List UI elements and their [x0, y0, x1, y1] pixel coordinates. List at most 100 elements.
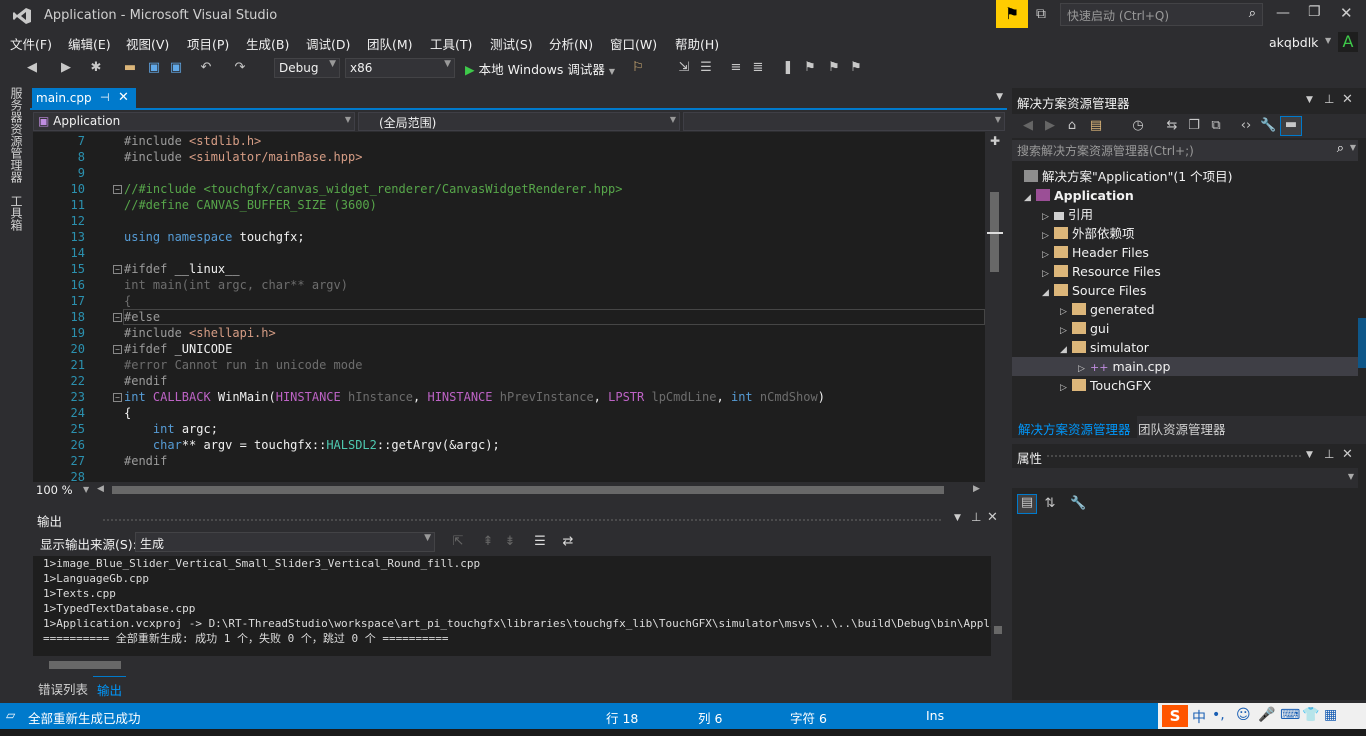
output-text[interactable]: 1>image_Blue_Slider_Vertical_Small_Slide… — [33, 556, 991, 656]
punctuation-icon[interactable]: •, — [1212, 707, 1225, 723]
sync-icon[interactable]: ⇆ — [1164, 118, 1180, 134]
menu-debug[interactable]: 调试(D) — [306, 34, 350, 53]
output-source-select[interactable]: 生成 ▼ — [135, 532, 435, 552]
chinese-mode-icon[interactable]: 中 — [1192, 707, 1206, 727]
solution-search-input[interactable]: 搜索解决方案资源管理器(Ctrl+;) ⌕ ▼ — [1012, 140, 1358, 161]
sogou-ime-icon[interactable]: S — [1162, 705, 1188, 727]
menu-analyze[interactable]: 分析(N) — [549, 34, 593, 53]
tree-solution-root[interactable]: 解决方案"Application"(1 个项目) — [1024, 167, 1233, 186]
menu-build[interactable]: 生成(B) — [246, 34, 289, 53]
forward-icon[interactable]: ▶ — [58, 60, 74, 76]
menu-window[interactable]: 窗口(W) — [610, 34, 657, 53]
microphone-icon[interactable]: 🎤 — [1258, 707, 1275, 723]
menu-help[interactable]: 帮助(H) — [675, 34, 719, 53]
maximize-button[interactable]: ❐ — [1308, 4, 1321, 20]
chevron-down-icon[interactable]: ▼ — [954, 513, 961, 523]
next-bookmark-icon[interactable]: ⚑ — [826, 60, 842, 76]
output-horizontal-scrollbar[interactable] — [33, 658, 991, 672]
user-dropdown-icon[interactable]: ▼ — [1325, 36, 1331, 45]
goto-error-icon[interactable]: ⇱ — [450, 534, 466, 550]
scroll-thumb[interactable] — [994, 626, 1002, 634]
switch-views-icon[interactable]: ▤ — [1088, 118, 1104, 134]
properties-wrench-icon[interactable]: 🔧 — [1260, 118, 1276, 134]
menu-team[interactable]: 团队(M) — [367, 34, 413, 53]
tree-project[interactable]: ◢ Application — [1024, 186, 1134, 205]
minimize-button[interactable]: — — [1276, 5, 1290, 21]
member-nav-select[interactable]: ▼ — [683, 112, 1005, 131]
attach-icon[interactable]: ⚐ — [630, 60, 646, 76]
preview-icon[interactable]: ▬ — [1280, 116, 1302, 136]
h-scroll-thumb[interactable] — [112, 486, 944, 494]
close-icon[interactable]: ✕ — [118, 90, 129, 105]
scope-nav-select[interactable]: (全局范围) ▼ — [358, 112, 680, 131]
alphabetical-icon[interactable]: ⇅ — [1042, 496, 1058, 512]
tab-overflow-icon[interactable]: ▼ — [996, 92, 1003, 102]
tab-solution-explorer[interactable]: 解决方案资源管理器 — [1012, 416, 1137, 438]
h-scroll-thumb[interactable] — [49, 661, 121, 669]
step-icon[interactable]: ⇲ — [676, 60, 692, 76]
menu-view[interactable]: 视图(V) — [126, 34, 169, 53]
scroll-right-icon[interactable]: ▶ — [973, 484, 980, 494]
prev-bookmark-icon[interactable]: ⚑ — [802, 60, 818, 76]
back-icon[interactable]: ◀ — [24, 60, 40, 76]
project-nav-select[interactable]: ▣ Application ▼ — [33, 112, 355, 131]
run-debugger-button[interactable]: ▶ 本地 Windows 调试器 ▼ — [465, 59, 615, 78]
tree-source-files[interactable]: ◢ Source Files — [1042, 281, 1146, 300]
tree-simulator[interactable]: ◢ simulator — [1060, 338, 1149, 357]
pin-icon[interactable]: ⊣ — [100, 91, 110, 104]
save-icon[interactable]: ▣ — [146, 60, 162, 76]
menu-file[interactable]: 文件(F) — [10, 34, 52, 53]
emoji-icon[interactable]: ☺ — [1236, 707, 1251, 723]
tree-header-files[interactable]: ▷ Header Files — [1042, 243, 1149, 262]
notification-flag-icon[interactable]: ⚑ — [996, 0, 1028, 28]
tree-main-cpp[interactable]: ▷ ++ main.cpp — [1012, 357, 1358, 376]
config-select[interactable]: Debug ▼ — [274, 58, 340, 78]
output-vertical-scrollbar[interactable] — [991, 556, 1005, 656]
show-all-files-icon[interactable]: ⧉ — [1208, 118, 1224, 134]
ime-toolbar[interactable]: S 中 •, ☺ 🎤 ⌨ 👕 ▦ — [1158, 703, 1366, 729]
back-icon[interactable]: ◀ — [1020, 118, 1036, 134]
forward-icon[interactable]: ▶ — [1042, 118, 1058, 134]
new-project-icon[interactable]: ✱ — [88, 60, 104, 76]
tree-resource-files[interactable]: ▷ Resource Files — [1042, 262, 1161, 281]
pending-changes-icon[interactable]: ◷ — [1130, 118, 1146, 134]
menu-tools[interactable]: 工具(T) — [430, 34, 472, 53]
indent-icon[interactable]: ☰ — [698, 60, 714, 76]
save-all-icon[interactable]: ▣ — [168, 60, 184, 76]
pin-icon[interactable]: ⊥ — [1324, 447, 1334, 461]
platform-select[interactable]: x86 ▼ — [345, 58, 455, 78]
pin-icon[interactable]: ⊥ — [971, 510, 981, 524]
comment-icon[interactable]: ≡ — [728, 60, 744, 76]
clear-all-icon[interactable]: ☰ — [532, 534, 548, 550]
tab-output[interactable]: 输出 — [93, 676, 127, 698]
code-view-icon[interactable]: ‹› — [1238, 118, 1254, 134]
server-explorer-tab[interactable]: 服务器资源管理器 — [8, 87, 24, 183]
keyboard-icon[interactable]: ⌨ — [1280, 707, 1300, 723]
feedback-icon[interactable]: ⧉ — [1036, 6, 1046, 22]
property-pages-icon[interactable]: 🔧 — [1070, 496, 1086, 512]
user-name[interactable]: akqbdlk — [1269, 35, 1318, 50]
close-icon[interactable]: ✕ — [1342, 92, 1353, 107]
close-icon[interactable]: ✕ — [987, 510, 998, 525]
open-file-icon[interactable]: ▬ — [122, 60, 138, 76]
uncomment-icon[interactable]: ≣ — [750, 60, 766, 76]
quick-launch-input[interactable]: 快速启动 (Ctrl+Q) ⌕ — [1060, 3, 1263, 26]
avatar[interactable]: A — [1338, 32, 1358, 52]
skin-icon[interactable]: 👕 — [1302, 707, 1319, 723]
toolbox-tab[interactable]: 工具箱 — [8, 195, 24, 231]
close-icon[interactable]: ✕ — [1342, 447, 1353, 462]
tab-error-list[interactable]: 错误列表 — [38, 679, 88, 698]
pin-icon[interactable]: ⊥ — [1324, 92, 1334, 106]
next-message-icon[interactable]: ⇟ — [502, 534, 518, 550]
menu-project[interactable]: 项目(P) — [187, 34, 229, 53]
tab-team-explorer[interactable]: 团队资源管理器 — [1138, 419, 1226, 438]
tree-gui[interactable]: ▷ gui — [1060, 319, 1109, 338]
redo-icon[interactable]: ↷ — [232, 60, 248, 76]
tree-generated[interactable]: ▷ generated — [1060, 300, 1155, 319]
code-editor[interactable]: 7 #include <stdlib.h> 8 #include <simulato… — [33, 132, 985, 482]
undo-icon[interactable]: ↶ — [198, 60, 214, 76]
home-icon[interactable]: ⌂ — [1064, 118, 1080, 134]
chevron-down-icon[interactable]: ▼ — [1306, 95, 1313, 105]
collapse-all-icon[interactable]: ❐ — [1186, 118, 1202, 134]
tree-references[interactable]: ▷ 引用 — [1042, 205, 1093, 224]
